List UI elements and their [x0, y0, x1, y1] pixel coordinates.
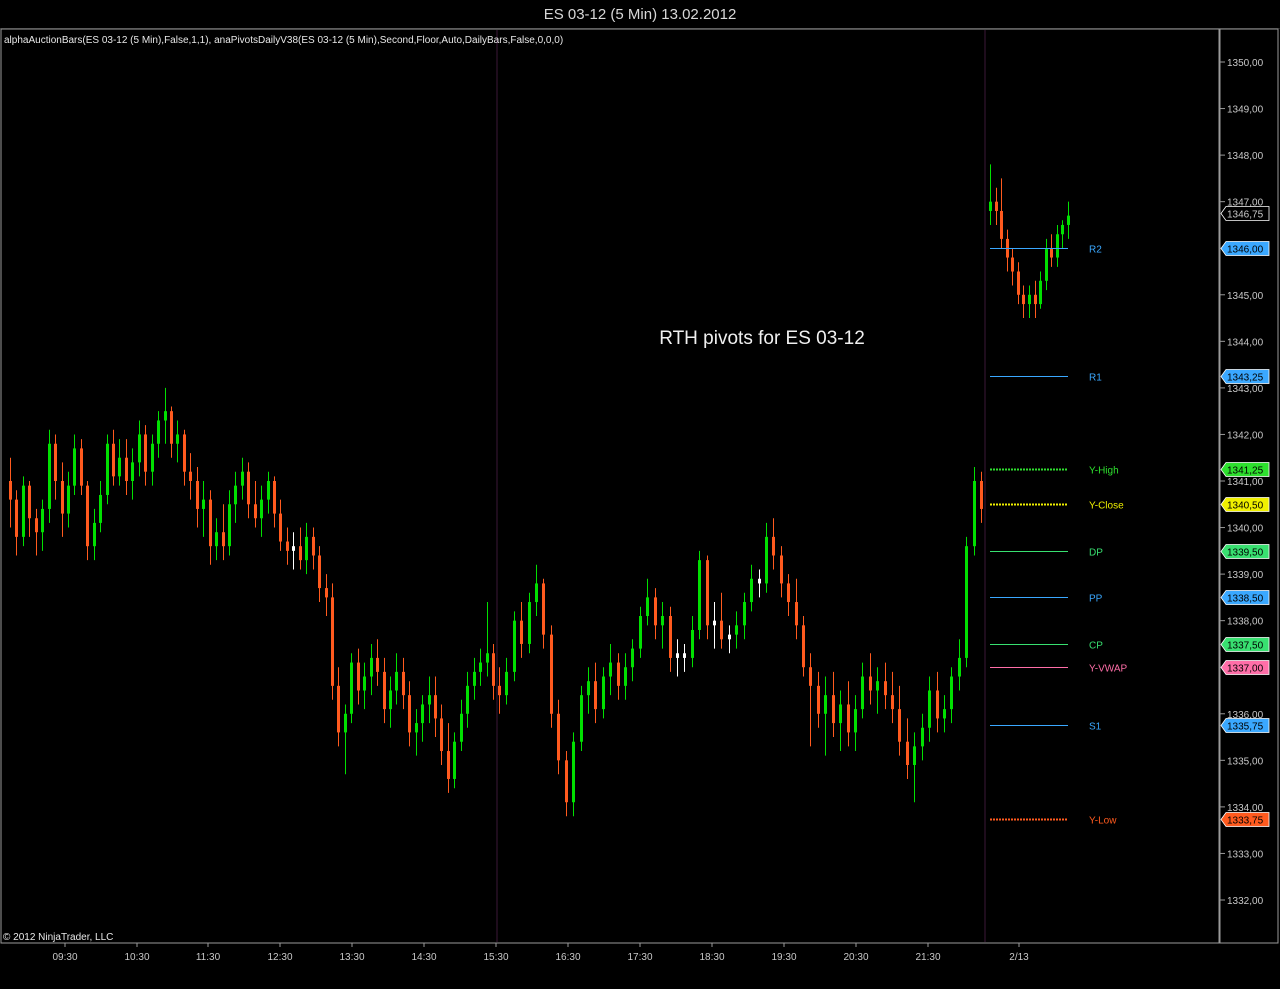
- pivot-label: Y-Low: [1089, 816, 1117, 827]
- price-tag: 1337,00: [1220, 660, 1270, 675]
- last-price-label: 1346,75: [1227, 210, 1264, 221]
- indicator-label: alphaAuctionBars(ES 03-12 (5 Min),False,…: [4, 35, 563, 46]
- x-tick-label: 11:30: [196, 952, 221, 963]
- price-tag-label: 1346,00: [1227, 245, 1264, 256]
- pivot-label: Y-High: [1089, 466, 1119, 477]
- x-tick-label: 13:30: [339, 952, 364, 963]
- price-tag-label: 1333,75: [1227, 816, 1264, 827]
- x-tick-label: 12:30: [267, 952, 292, 963]
- x-tick-label: 09:30: [52, 952, 77, 963]
- pivot-label: Y-VWAP: [1089, 664, 1127, 675]
- candle: [22, 476, 25, 547]
- y-tick-label: 1341,00: [1227, 477, 1264, 488]
- x-tick-label: 19:30: [771, 952, 796, 963]
- copyright-text: © 2012 NinjaTrader, LLC: [3, 932, 113, 943]
- candle: [580, 685, 583, 752]
- price-chart[interactable]: R2 R1 Y-High Y-Close DP PP CP Y-VWAP S1 Y-Low 135…: [0, 0, 1280, 989]
- pivot-label: DP: [1089, 548, 1103, 559]
- y-tick-label: 1335,00: [1227, 756, 1264, 767]
- x-tick-label: 15:30: [483, 952, 508, 963]
- y-tick-label: 1343,00: [1227, 384, 1264, 395]
- price-tag: 1333,75: [1220, 812, 1270, 827]
- price-tag: 1337,50: [1220, 637, 1270, 652]
- candle: [350, 653, 353, 724]
- y-tick-label: 1345,00: [1227, 291, 1264, 302]
- y-tick-label: 1349,00: [1227, 105, 1264, 116]
- x-tick-label: 21:30: [915, 952, 940, 963]
- price-tag: 1338,50: [1220, 590, 1270, 605]
- y-tick-label: 1344,00: [1227, 337, 1264, 348]
- pivot-label: R2: [1089, 245, 1102, 256]
- y-tick-label: 1339,00: [1227, 570, 1264, 581]
- x-tick-label: 18:30: [699, 952, 724, 963]
- price-tag-label: 1337,50: [1227, 641, 1264, 652]
- y-tick-label: 1338,00: [1227, 617, 1264, 628]
- candle: [513, 611, 516, 682]
- chart-annotation: RTH pivots for ES 03-12: [659, 328, 865, 349]
- x-tick-label: 17:30: [627, 952, 652, 963]
- price-tag-label: 1340,50: [1227, 501, 1264, 512]
- price-tag: 1341,25: [1220, 462, 1270, 477]
- price-tag-label: 1335,75: [1227, 722, 1264, 733]
- candle: [965, 536, 968, 668]
- price-tag: 1346,00: [1220, 241, 1270, 256]
- x-tick-label: 2/13: [1009, 952, 1029, 963]
- price-tag-label: 1343,25: [1227, 373, 1264, 384]
- price-tag-label: 1337,00: [1227, 664, 1264, 675]
- candle: [550, 625, 553, 728]
- pivot-label: R1: [1089, 373, 1102, 384]
- candle: [331, 583, 334, 700]
- y-tick-label: 1332,00: [1227, 896, 1264, 907]
- price-tag-label: 1341,25: [1227, 466, 1264, 477]
- x-tick-label: 10:30: [124, 952, 149, 963]
- price-tag: 1335,75: [1220, 718, 1270, 733]
- price-tag: 1340,50: [1220, 497, 1270, 512]
- plot-area[interactable]: [0, 28, 1220, 944]
- candle: [48, 429, 51, 523]
- price-tag-label: 1339,50: [1227, 548, 1264, 559]
- pivot-label: S1: [1089, 722, 1102, 733]
- x-tick-label: 20:30: [843, 952, 868, 963]
- y-tick-label: 1348,00: [1227, 151, 1264, 162]
- pivot-label: CP: [1089, 641, 1103, 652]
- x-axis-ticks: 09:30 10:30 11:30 12:30 13:30 14:30 15:30 16:30…: [52, 943, 1029, 963]
- pivot-label: Y-Close: [1089, 501, 1124, 512]
- x-tick-label: 16:30: [555, 952, 580, 963]
- last-price-tag: 1346,75: [1220, 206, 1270, 221]
- y-tick-label: 1342,00: [1227, 430, 1264, 441]
- candle: [698, 550, 701, 640]
- price-tag: 1339,50: [1220, 544, 1270, 559]
- y-tick-label: 1333,00: [1227, 849, 1264, 860]
- y-tick-label: 1340,00: [1227, 524, 1264, 535]
- price-tag-label: 1338,50: [1227, 594, 1264, 605]
- x-tick-label: 14:30: [411, 952, 436, 963]
- candle: [106, 434, 109, 505]
- pivot-label: PP: [1089, 594, 1103, 605]
- price-tag: 1343,25: [1220, 369, 1270, 384]
- y-tick-label: 1350,00: [1227, 58, 1264, 69]
